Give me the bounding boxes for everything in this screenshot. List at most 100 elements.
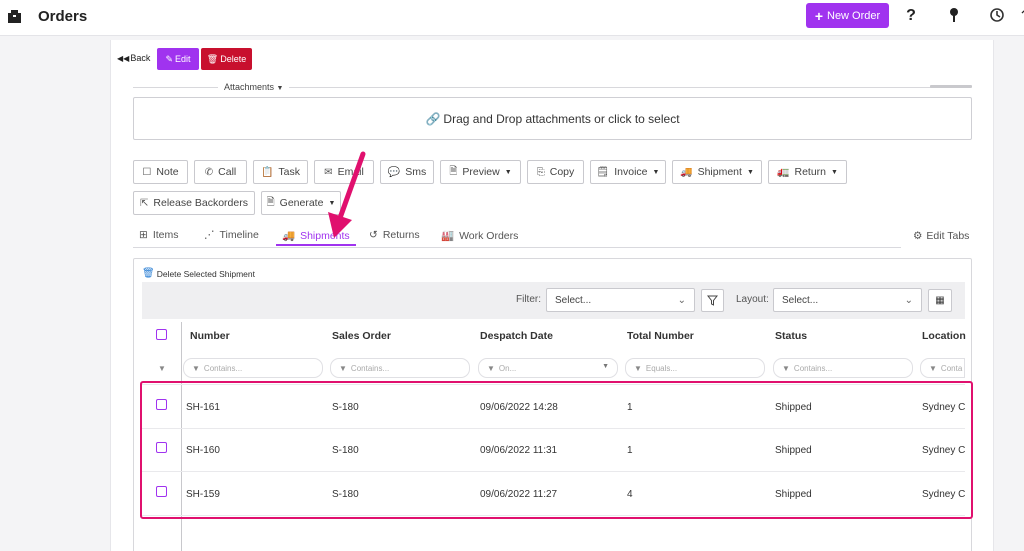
- filter-status-placeholder: Contains...: [793, 363, 833, 373]
- attachments-toggle[interactable]: Attachments ▼: [218, 82, 290, 92]
- file-icon: 🗎: [449, 165, 458, 177]
- edit-button[interactable]: ✎ Edit: [157, 48, 199, 70]
- attachments-label: Attachments: [224, 82, 275, 92]
- delete-selected-shipment-button[interactable]: 🗑 Delete Selected Shipment: [142, 268, 255, 279]
- funnel-icon: ▼: [339, 363, 347, 373]
- note-button[interactable]: ☐ Note: [133, 160, 188, 184]
- truck-icon: 🚚: [680, 166, 693, 178]
- call-button[interactable]: ✆ Call: [194, 160, 247, 184]
- filter-sales-order[interactable]: ▼ Contains...: [330, 358, 470, 378]
- task-button[interactable]: 📋 Task: [253, 160, 308, 184]
- caret-down-icon: ▼: [504, 168, 512, 176]
- funnel-icon: ▼: [929, 363, 937, 373]
- truck-icon: 🚚: [282, 230, 296, 242]
- filter-select[interactable]: Select... ⌄: [546, 288, 695, 312]
- filter-select-value: Select...: [555, 294, 592, 306]
- chat-icon: 💬: [387, 166, 401, 178]
- trash-icon: 🗑: [142, 268, 155, 279]
- filter-despatch-date[interactable]: ▼ On... ▼: [478, 358, 618, 378]
- tab-timeline[interactable]: ⋰ Timeline: [204, 229, 259, 241]
- new-order-button[interactable]: + New Order: [806, 3, 889, 28]
- layout-select-value: Select...: [782, 294, 819, 306]
- trash-icon: 🗑: [206, 53, 219, 64]
- tab-items[interactable]: ⊞ Items: [139, 229, 178, 241]
- filter-total-number[interactable]: ▼ Equals...: [625, 358, 765, 378]
- preview-button[interactable]: 🗎 Preview ▼: [440, 160, 521, 184]
- release-backorders-button[interactable]: ⇱ Release Backorders: [133, 191, 255, 215]
- tab-returns-label: Returns: [382, 229, 420, 241]
- select-all-checkbox[interactable]: [156, 329, 167, 340]
- release-icon: ⇱: [140, 197, 149, 209]
- copy-label: Copy: [549, 166, 575, 178]
- tab-work-orders[interactable]: 🏭 Work Orders: [441, 229, 518, 243]
- filter-number[interactable]: ▼ Contains...: [183, 358, 323, 378]
- filter-location[interactable]: ▼ Conta: [920, 358, 965, 378]
- double-left-arrow-icon: ◀◀: [117, 53, 130, 63]
- col-header-despatch-date[interactable]: Despatch Date: [480, 330, 553, 342]
- funnel-icon: ▼: [487, 363, 495, 373]
- grid-layout-icon: ▦: [935, 295, 945, 306]
- invoice-button[interactable]: 🗒 Invoice ▼: [590, 160, 666, 184]
- layout-select[interactable]: Select... ⌄: [773, 288, 922, 312]
- gear-icon: ⚙: [913, 230, 923, 242]
- preview-label: Preview: [462, 166, 500, 178]
- note-label: Note: [156, 166, 179, 178]
- edit-icon: ✎: [165, 53, 174, 64]
- sms-button[interactable]: 💬 Sms: [380, 160, 434, 184]
- chevron-down-icon: ⌄: [904, 295, 913, 306]
- delete-button[interactable]: 🗑 Delete: [201, 48, 252, 70]
- layout-options-button[interactable]: ▦: [928, 289, 952, 312]
- question-icon[interactable]: ?: [902, 7, 920, 25]
- resize-handle[interactable]: [930, 85, 972, 88]
- plus-icon: +: [814, 7, 823, 24]
- page-title: Orders: [38, 8, 88, 25]
- filter-location-placeholder: Conta: [940, 363, 963, 373]
- caret-down-icon: ▼: [602, 363, 609, 370]
- invoice-label: Invoice: [614, 166, 648, 178]
- edit-tabs-button[interactable]: ⚙ Edit Tabs: [913, 230, 969, 242]
- back-button[interactable]: ◀◀ Back: [117, 53, 150, 63]
- filter-despatch-date-placeholder: On...: [498, 363, 517, 373]
- invoice-icon: 🗒: [596, 166, 610, 178]
- tab-items-label: Items: [152, 229, 179, 241]
- funnel-icon: [707, 295, 718, 306]
- task-label: Task: [278, 166, 301, 178]
- col-header-total-number[interactable]: Total Number: [627, 330, 694, 342]
- call-label: Call: [218, 166, 237, 178]
- caret-down-icon: ▼: [746, 168, 754, 176]
- history-icon[interactable]: [988, 7, 1006, 25]
- filter-button[interactable]: [701, 289, 724, 312]
- return-button[interactable]: 🚛 Return ▼: [768, 160, 847, 184]
- phone-icon: ✆: [204, 166, 214, 178]
- attachment-dropzone[interactable]: 🔗 Drag and Drop attachments or click to …: [133, 97, 972, 140]
- filter-total-number-placeholder: Equals...: [645, 363, 678, 373]
- caret-down-icon: ▼: [652, 168, 660, 176]
- caret-down-icon: ▼: [831, 168, 838, 176]
- funnel-icon: ▼: [192, 363, 200, 373]
- pin-icon[interactable]: [945, 7, 963, 25]
- chevron-icon[interactable]: ⌃: [1015, 7, 1024, 25]
- timeline-icon: ⋰: [204, 229, 215, 241]
- col-header-location[interactable]: Location: [922, 330, 966, 342]
- funnel-icon: ▼: [158, 364, 166, 373]
- return-truck-icon: 🚛: [777, 166, 790, 178]
- col-header-status[interactable]: Status: [775, 330, 807, 342]
- filter-number-placeholder: Contains...: [203, 363, 243, 373]
- filter-status[interactable]: ▼ Contains...: [773, 358, 913, 378]
- tabs-divider: [133, 247, 901, 248]
- edit-tabs-label: Edit Tabs: [926, 230, 970, 242]
- edit-label: Edit: [175, 54, 191, 64]
- clipboard-icon: 📋: [260, 166, 274, 178]
- annotation-highlight-box: [140, 381, 973, 519]
- document-icon: 🗎: [266, 196, 275, 208]
- paperclip-icon: 🔗: [425, 111, 441, 126]
- col-header-number[interactable]: Number: [190, 330, 230, 342]
- chevron-down-icon: ⌄: [677, 295, 686, 306]
- sms-label: Sms: [405, 166, 427, 178]
- col-header-sales-order[interactable]: Sales Order: [332, 330, 391, 342]
- box-icon: [8, 10, 21, 23]
- shipment-button[interactable]: 🚚 Shipment ▼: [672, 160, 762, 184]
- filter-label: Filter:: [516, 294, 541, 305]
- copy-button[interactable]: ⎘ Copy: [527, 160, 584, 184]
- copy-icon: ⎘: [536, 166, 545, 178]
